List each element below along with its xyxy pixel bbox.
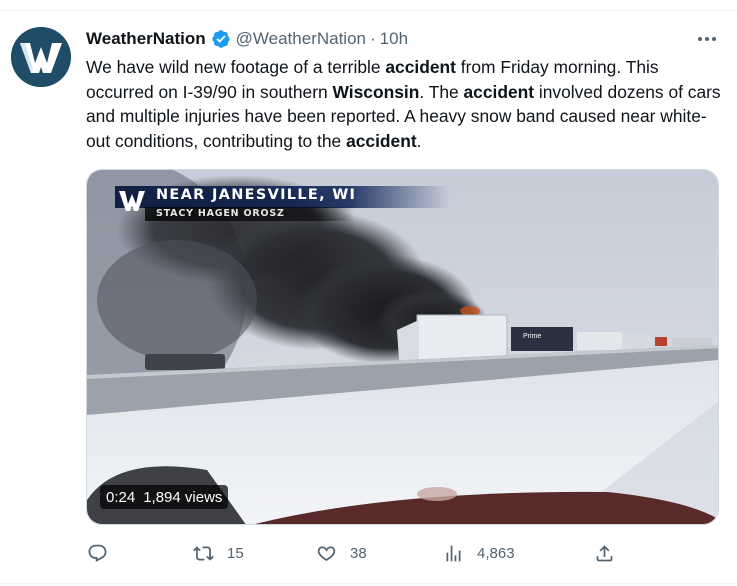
verified-badge-icon[interactable] [211, 29, 231, 49]
like-count: 38 [350, 544, 367, 562]
more-dots-icon [698, 37, 716, 41]
tweet-text-segment: We have wild new footage of a terrible [86, 57, 386, 77]
author-handle[interactable]: @WeatherNation [236, 29, 366, 49]
video-lower-third: NEAR JANESVILLE, WI STACY HAGEN OROSZ [115, 186, 450, 221]
share-button[interactable] [594, 540, 615, 566]
author-display-name[interactable]: WeatherNation [86, 29, 206, 49]
hashtag-highlight: Wisconsin [332, 81, 420, 102]
weathernation-logo-icon [11, 27, 71, 87]
hashtag-highlight: accident [346, 130, 417, 151]
trailer-logo-text: Prime [523, 333, 541, 340]
share-icon [596, 544, 613, 561]
reply-button[interactable] [87, 540, 108, 566]
video-player[interactable]: Prime NEAR JANESVILLE, WI STACY HAGEN OR… [86, 169, 719, 525]
avatar[interactable] [11, 27, 71, 87]
views-chart-icon [446, 545, 461, 561]
tweet-text-segment: . The [419, 81, 464, 102]
more-options-button[interactable] [694, 28, 720, 50]
hashtag-highlight: accident [463, 81, 535, 102]
tweet-timestamp[interactable]: 10h [380, 29, 408, 49]
top-divider [0, 10, 737, 11]
views-button[interactable]: 4,863 [443, 540, 515, 566]
tweet-text: We have wild new footage of a terrible a… [86, 55, 726, 153]
video-overlay-subtitle: STACY HAGEN OROSZ [156, 208, 285, 219]
video-view-count: 1,894 views [143, 488, 223, 506]
tweet-header: WeatherNation @WeatherNation · 10h [86, 28, 408, 50]
header-separator: · [370, 29, 376, 48]
bottom-divider [0, 583, 737, 584]
heart-icon [317, 545, 336, 561]
reply-icon [88, 544, 107, 562]
hashtag-highlight: accident [385, 57, 456, 77]
video-frame: Prime [87, 170, 718, 524]
retweet-count: 15 [227, 544, 244, 562]
video-duration: 0:24 [106, 488, 136, 506]
tweet-text-segment: . [416, 130, 422, 151]
tweet-actions: 15 38 4,863 [0, 540, 737, 566]
video-overlay-title: NEAR JANESVILLE, WI [156, 187, 357, 203]
views-count: 4,863 [477, 544, 515, 562]
retweet-button[interactable]: 15 [193, 540, 244, 566]
retweet-icon [193, 545, 214, 561]
like-button[interactable]: 38 [316, 540, 367, 566]
video-info-badge: 0:24 1,894 views [100, 485, 229, 509]
weathernation-logo-icon [119, 191, 145, 211]
